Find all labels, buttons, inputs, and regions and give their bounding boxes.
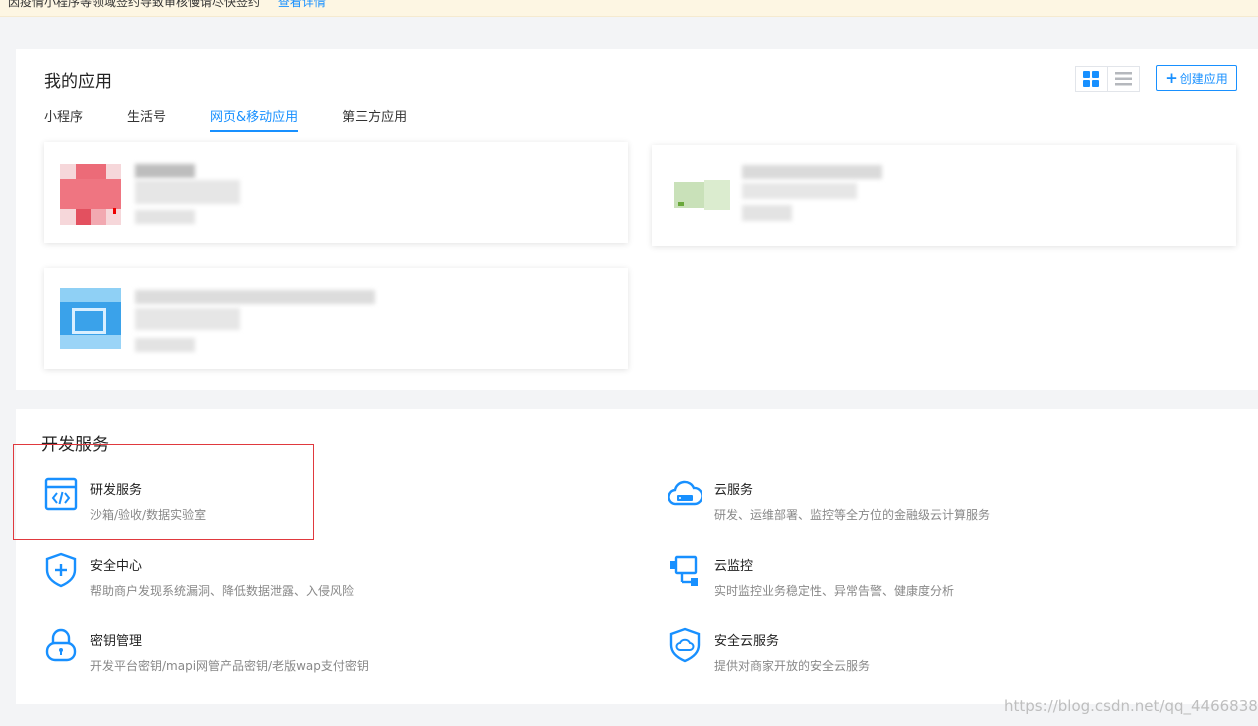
shield-cloud-icon — [669, 627, 701, 663]
service-name: 密钥管理 — [90, 634, 143, 649]
app-status-redacted — [135, 210, 195, 224]
app-card[interactable] — [652, 145, 1236, 246]
banner-text: 因疫情小程序等领域签约导致审核慢请尽快签约 查看详情 — [8, 0, 326, 10]
service-security-center[interactable]: 安全中心 帮助商户发现系统漏洞、降低数据泄露、入侵风险 — [44, 552, 354, 599]
grid-icon — [1083, 71, 1100, 87]
app-card[interactable] — [44, 142, 628, 243]
service-desc: 沙箱/验收/数据实验室 — [90, 508, 207, 522]
app-status-redacted — [742, 205, 792, 221]
service-rd[interactable]: 研发服务 沙箱/验收/数据实验室 — [44, 476, 206, 523]
service-name: 研发服务 — [90, 483, 143, 498]
dev-services-title: 开发服务 — [41, 435, 109, 455]
service-name: 云监控 — [714, 559, 754, 574]
service-desc: 提供对商家开放的安全云服务 — [714, 659, 871, 673]
app-id-redacted — [135, 180, 240, 204]
my-apps-panel: 我的应用 + 创建应用 小程序 生活号 网页&移动应用 第三方应用 — [16, 49, 1258, 390]
service-desc: 开发平台密钥/mapi网管产品密钥/老版wap支付密钥 — [90, 659, 369, 673]
app-name-redacted — [135, 290, 375, 304]
my-apps-title: 我的应用 — [44, 72, 112, 92]
tab-mini-program[interactable]: 小程序 — [44, 106, 83, 132]
app-logo — [60, 164, 121, 225]
app-status-redacted — [135, 338, 195, 352]
app-id-redacted — [135, 308, 240, 330]
service-desc: 实时监控业务稳定性、异常告警、健康度分析 — [714, 584, 955, 598]
cloud-server-icon — [668, 480, 702, 506]
app-name-redacted — [742, 165, 882, 179]
service-name: 云服务 — [714, 483, 754, 498]
code-window-icon — [44, 477, 78, 511]
list-view-button[interactable] — [1108, 67, 1139, 91]
app-logo — [60, 288, 121, 349]
app-type-tabs: 小程序 生活号 网页&移动应用 第三方应用 — [44, 106, 451, 132]
app-name-redacted — [135, 164, 195, 178]
service-name: 安全云服务 — [714, 634, 780, 649]
plus-icon: + — [1165, 69, 1178, 87]
app-card[interactable] — [44, 268, 628, 369]
tab-life-account[interactable]: 生活号 — [127, 106, 166, 132]
banner-message: 因疫情小程序等领域签约导致审核慢请尽快签约 — [8, 0, 261, 9]
app-logo — [660, 180, 730, 210]
camera-monitor-icon — [670, 555, 698, 586]
tab-web-mobile-app[interactable]: 网页&移动应用 — [210, 106, 299, 132]
watermark: https://blog.csdn.net/qq_44668389 — [1004, 697, 1258, 715]
notice-banner: 因疫情小程序等领域签约导致审核慢请尽快签约 查看详情 — [0, 0, 1258, 17]
service-desc: 研发、运维部署、监控等全方位的金融级云计算服务 — [714, 508, 991, 522]
dev-services-panel: 开发服务 研发服务 沙箱/验收/数据实验室 云服务 研发、运维部署、监控等全方位… — [16, 409, 1258, 704]
banner-detail-link[interactable]: 查看详情 — [278, 0, 326, 9]
create-app-button[interactable]: + 创建应用 — [1156, 65, 1237, 91]
lock-icon — [45, 628, 77, 662]
create-app-label: 创建应用 — [1179, 71, 1228, 86]
service-name: 安全中心 — [90, 559, 143, 574]
service-desc: 帮助商户发现系统漏洞、降低数据泄露、入侵风险 — [90, 584, 355, 598]
view-toggle — [1075, 66, 1140, 92]
app-id-redacted — [742, 183, 857, 199]
tab-third-party-app[interactable]: 第三方应用 — [342, 106, 407, 132]
service-cloud[interactable]: 云服务 研发、运维部署、监控等全方位的金融级云计算服务 — [668, 476, 990, 523]
list-icon — [1114, 72, 1132, 86]
service-cloud-monitor[interactable]: 云监控 实时监控业务稳定性、异常告警、健康度分析 — [668, 552, 954, 599]
grid-view-button[interactable] — [1076, 67, 1108, 91]
service-security-cloud[interactable]: 安全云服务 提供对商家开放的安全云服务 — [668, 627, 870, 674]
shield-plus-icon — [45, 552, 77, 588]
service-key-management[interactable]: 密钥管理 开发平台密钥/mapi网管产品密钥/老版wap支付密钥 — [44, 627, 369, 674]
